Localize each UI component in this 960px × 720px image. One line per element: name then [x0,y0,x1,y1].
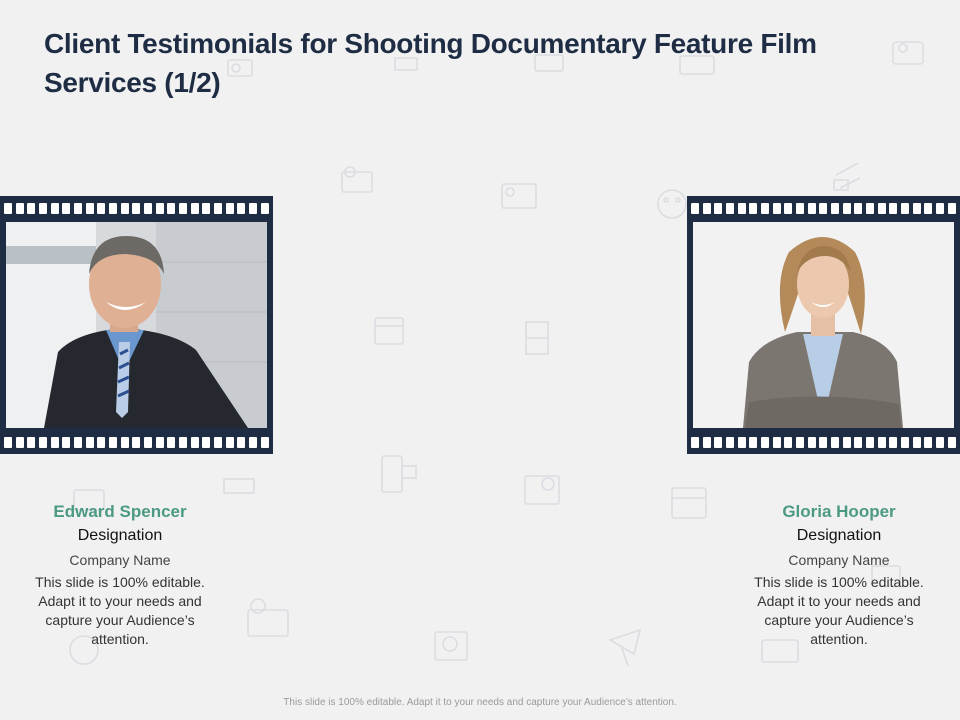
footer-note: This slide is 100% editable. Adapt it to… [283,697,677,708]
client-name: Gloria Hooper [782,502,896,521]
clapperboard-icon [524,475,560,505]
testimonial-card-gloria: Gloria Hooper Designation Company Name T… [744,500,934,649]
testimonial-text: This slide is 100% editable. Adapt it to… [35,574,205,647]
testimonial-photo-gloria [693,222,954,428]
clapperboard-icon [374,317,404,345]
testimonial-photo-edward [6,222,267,428]
video-camera-icon [381,455,417,493]
video-camera-icon [608,628,642,667]
film-camera-icon [341,166,373,193]
projector-icon [434,631,468,661]
film-reel-icon [525,321,549,355]
film-perforations-top [691,203,956,214]
video-camera-icon [833,162,861,191]
testimonial-card-edward: Edward Spencer Designation Company Name … [25,500,215,649]
client-company: Company Name [69,552,171,568]
filmstrip-frame-left [0,196,273,454]
filmstrip-frame-right [687,196,960,454]
film-camera-icon [892,41,924,65]
film-perforations-top [4,203,269,214]
client-designation: Designation [77,527,163,544]
film-perforations-bottom [4,437,269,448]
page-title: Client Testimonials for Shooting Documen… [44,28,817,98]
client-designation: Designation [796,527,882,544]
theater-mask-icon [657,189,687,219]
client-name: Edward Spencer [53,502,187,521]
client-company: Company Name [788,552,890,568]
clapperboard-icon [671,487,707,519]
film-reel-icon [223,478,255,494]
testimonial-text: This slide is 100% editable. Adapt it to… [754,574,924,647]
film-reel-icon [247,598,289,637]
film-perforations-bottom [691,437,956,448]
film-camera-icon [501,183,537,209]
